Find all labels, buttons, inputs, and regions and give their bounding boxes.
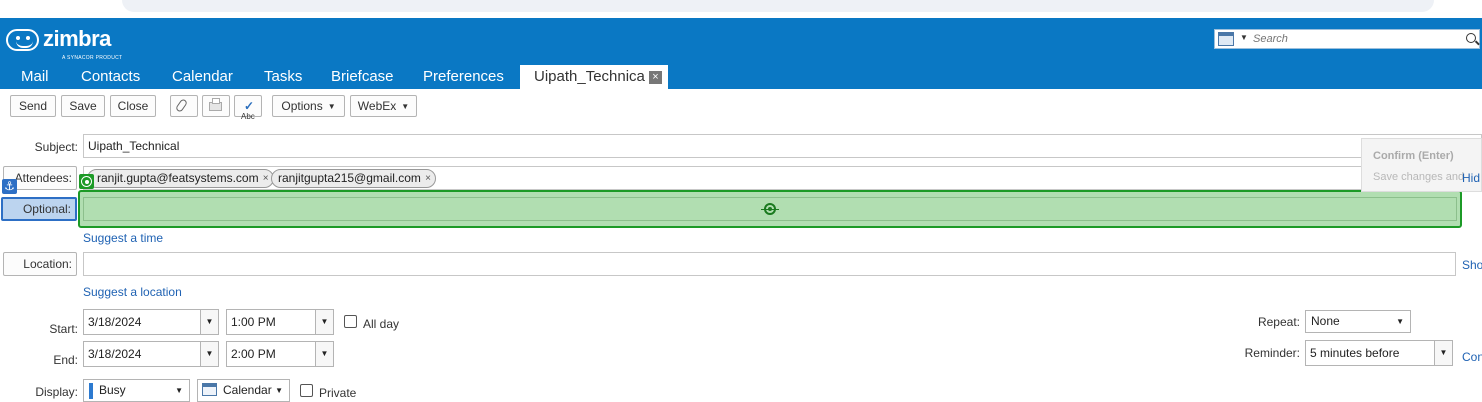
compose-toolbar: Send Save Close ✓ Abc Options ▼ WebEx ▼ [0,89,1482,123]
start-time-value: 1:00 PM [231,315,276,329]
chevron-down-icon[interactable]: ▼ [315,342,333,366]
end-time-picker[interactable]: 2:00 PM ▼ [226,341,334,367]
attendee-bubble[interactable]: ranjit.gupta@featsystems.com × [87,169,274,188]
display-select[interactable]: Busy ▼ [83,379,190,402]
tab-preferences[interactable]: Preferences [423,65,504,89]
tab-uipath-technical-label: Uipath_Technica [534,68,645,85]
end-label: End: [53,353,78,367]
chevron-down-icon[interactable]: ▼ [315,310,333,334]
attendee-email: ranjit.gupta@featsystems.com [97,171,259,185]
save-changes-text: Save changes and [1373,171,1465,183]
chevron-down-icon: ▼ [1396,317,1404,326]
webex-button[interactable]: WebEx ▼ [350,95,417,117]
attendee-email: ranjitgupta215@gmail.com [278,171,421,185]
start-time-picker[interactable]: 1:00 PM ▼ [226,309,334,335]
chevron-down-icon[interactable]: ▼ [1240,33,1248,42]
close-icon[interactable]: × [648,71,662,84]
options-button[interactable]: Options ▼ [272,95,345,117]
end-date-picker[interactable]: 3/18/2024 ▼ [83,341,219,367]
attach-button[interactable] [170,95,198,117]
subject-input[interactable]: Uipath_Technical [83,134,1482,158]
start-label: Start: [49,322,78,336]
end-time-value: 2:00 PM [231,347,276,361]
reminder-value: 5 minutes before [1310,346,1400,360]
chevron-down-icon: ▼ [401,102,410,111]
private-label: Private [319,386,357,400]
tab-tasks[interactable]: Tasks [264,65,302,89]
suggest-location-link[interactable]: Suggest a location [83,285,182,299]
zimbra-logo[interactable]: zimbra A SYNACOR PRODUCT [6,26,136,61]
chevron-down-icon[interactable]: ▼ [1434,341,1452,365]
calendar-value: Calendar [223,383,272,397]
search-box: ▼ [1214,29,1480,49]
chevron-down-icon[interactable]: ▼ [200,310,218,334]
close-button[interactable]: Close [110,95,156,117]
end-date-value: 3/18/2024 [88,347,142,361]
tab-briefcase[interactable]: Briefcase [331,65,394,89]
zimbra-smile-icon [6,29,39,51]
private-checkbox[interactable] [300,384,313,397]
attendees-input[interactable]: ranjit.gupta@featsystems.com × ranjitgupt… [83,166,1482,190]
reminder-label: Reminder: [1244,346,1300,360]
logo-wordmark: zimbra [43,26,111,51]
logo-tagline: A SYNACOR PRODUCT [62,55,123,61]
search-type-icon[interactable] [1218,32,1234,46]
reminder-picker[interactable]: 5 minutes before ▼ [1305,340,1453,366]
start-date-value: 3/18/2024 [88,315,142,329]
chevron-down-icon: ▼ [327,102,336,111]
remove-attendee-icon[interactable]: × [263,170,269,187]
printer-icon [209,98,222,111]
tab-contacts[interactable]: Contacts [81,65,140,89]
repeat-value: None [1311,314,1340,328]
spellcheck-button[interactable]: ✓ Abc [234,95,262,121]
show-link[interactable]: Sho [1462,258,1482,272]
location-input[interactable] [83,252,1456,276]
calendar-icon [202,383,217,396]
confirm-enter-button[interactable]: Confirm (Enter) [1373,150,1454,162]
chevron-down-icon[interactable]: ▼ [200,342,218,366]
calendar-select[interactable]: Calendar ▼ [197,379,290,402]
tab-mail[interactable]: Mail [21,65,49,89]
hide-link[interactable]: Hid [1462,171,1480,185]
crosshair-icon [761,203,779,215]
chevron-down-icon: ▼ [275,386,283,395]
spellcheck-icon: ✓ Abc [241,99,255,121]
tab-calendar[interactable]: Calendar [172,65,233,89]
send-button[interactable]: Send [10,95,56,117]
subject-label: Subject: [34,140,78,154]
start-date-picker[interactable]: 3/18/2024 ▼ [83,309,219,335]
busy-status-icon [89,383,93,399]
tab-uipath-technical[interactable]: Uipath_Technica × [520,65,668,89]
all-day-checkbox[interactable] [344,315,357,328]
browser-chrome [0,0,1482,18]
repeat-label: Repeat: [1257,315,1300,329]
configure-link[interactable]: Con [1462,350,1482,364]
attendee-bubble[interactable]: ranjitgupta215@gmail.com × [271,169,436,188]
all-day-label: All day [363,317,400,331]
repeat-select[interactable]: None ▼ [1305,310,1411,333]
save-button[interactable]: Save [61,95,105,117]
location-button[interactable]: Location: [3,252,77,276]
display-label: Display: [35,385,78,399]
optional-button[interactable]: Optional: [1,197,77,221]
remove-attendee-icon[interactable]: × [425,170,431,187]
webex-label: WebEx [357,99,397,113]
suggest-time-link[interactable]: Suggest a time [83,231,163,245]
anchor-icon: ⚓ [2,179,17,194]
options-label: Options [281,99,323,113]
target-marker-icon [79,174,94,189]
app-header: zimbra A SYNACOR PRODUCT ▼ Mail Contacts… [0,18,1482,89]
paperclip-icon [174,98,189,113]
print-button[interactable] [202,95,230,117]
search-input[interactable] [1253,31,1453,47]
optional-input[interactable] [78,190,1462,228]
browser-url-bar[interactable] [122,0,1434,12]
display-value: Busy [99,383,126,397]
search-icon[interactable] [1466,33,1476,43]
chevron-down-icon: ▼ [175,386,183,395]
